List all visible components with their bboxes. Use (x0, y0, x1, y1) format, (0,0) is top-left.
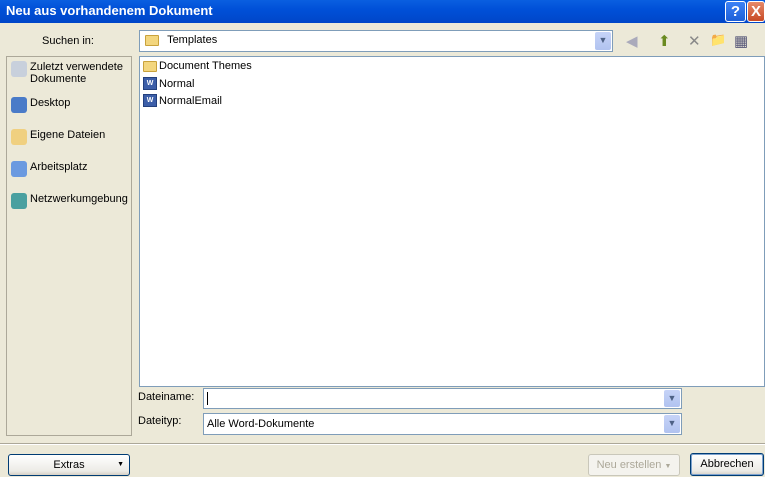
extras-button[interactable]: Extras ▼ (8, 454, 130, 476)
file-name: Normal (159, 77, 195, 90)
filetype-dropdown[interactable]: Alle Word-Dokumente ▼ (203, 413, 682, 435)
text-cursor (207, 392, 208, 405)
place-label: Netzwerkumgebung (30, 193, 128, 205)
filename-label: Dateiname: (138, 391, 195, 403)
word-document-icon: W (143, 77, 157, 90)
place-network[interactable]: Netzwerkumgebung (11, 193, 131, 209)
place-label: Eigene Dateien (30, 129, 106, 141)
place-label: Zuletzt verwendete Dokumente (30, 61, 123, 85)
look-in-label: Suchen in: (42, 35, 94, 47)
chevron-down-icon[interactable]: ▼ (664, 390, 680, 407)
look-in-value: Templates (167, 34, 218, 46)
place-my-computer[interactable]: Arbeitsplatz (11, 161, 131, 177)
place-my-documents[interactable]: Eigene Dateien (11, 129, 131, 145)
file-name: Document Themes (159, 60, 252, 72)
divider (0, 443, 765, 445)
extras-label: Extras (53, 459, 85, 471)
list-item[interactable]: W Normal (143, 77, 194, 90)
help-button[interactable]: ? (725, 1, 746, 22)
network-icon (11, 193, 27, 209)
file-list[interactable]: Document Themes W Normal W NormalEmail (139, 56, 765, 387)
create-label: Neu erstellen (596, 459, 662, 471)
place-recent[interactable]: Zuletzt verwendete Dokumente (11, 61, 131, 85)
folder-icon (143, 60, 157, 72)
back-icon[interactable]: ◀ (626, 32, 638, 50)
word-document-icon: W (143, 94, 157, 107)
filetype-value: Alle Word-Dokumente (207, 418, 315, 430)
look-in-dropdown[interactable]: Templates ▼ (139, 30, 613, 52)
place-label: Desktop (30, 97, 71, 109)
list-item[interactable]: W NormalEmail (143, 94, 222, 107)
computer-icon (11, 161, 27, 177)
place-desktop[interactable]: Desktop (11, 97, 131, 113)
dropdown-arrow-icon: ▼ (664, 463, 672, 470)
dropdown-arrow-icon: ▼ (117, 461, 124, 468)
chevron-down-icon: ▼ (595, 32, 611, 50)
create-button[interactable]: Neu erstellen ▼ (588, 454, 680, 476)
desktop-icon (11, 97, 27, 113)
window-title: Neu aus vorhandenem Dokument (6, 3, 213, 18)
title-bar: Neu aus vorhandenem Dokument (0, 0, 765, 23)
delete-icon[interactable]: ✕ (688, 32, 701, 50)
views-icon[interactable]: ▦ (734, 32, 748, 50)
place-label: Arbeitsplatz (30, 161, 88, 173)
close-button[interactable]: X (747, 1, 765, 22)
recent-icon (11, 61, 27, 77)
new-folder-icon[interactable]: 📁 (710, 32, 726, 48)
chevron-down-icon: ▼ (664, 415, 680, 433)
filetype-label: Dateityp: (138, 415, 182, 427)
folder-icon (145, 34, 159, 46)
file-name: NormalEmail (159, 94, 222, 107)
up-folder-icon[interactable]: ⬆ (658, 32, 671, 50)
filename-input[interactable]: ▼ (203, 388, 682, 409)
list-item[interactable]: Document Themes (143, 60, 252, 72)
cancel-button[interactable]: Abbrechen (690, 453, 764, 476)
my-documents-icon (11, 129, 27, 145)
places-bar: Zuletzt verwendete Dokumente Desktop Eig… (6, 56, 132, 436)
